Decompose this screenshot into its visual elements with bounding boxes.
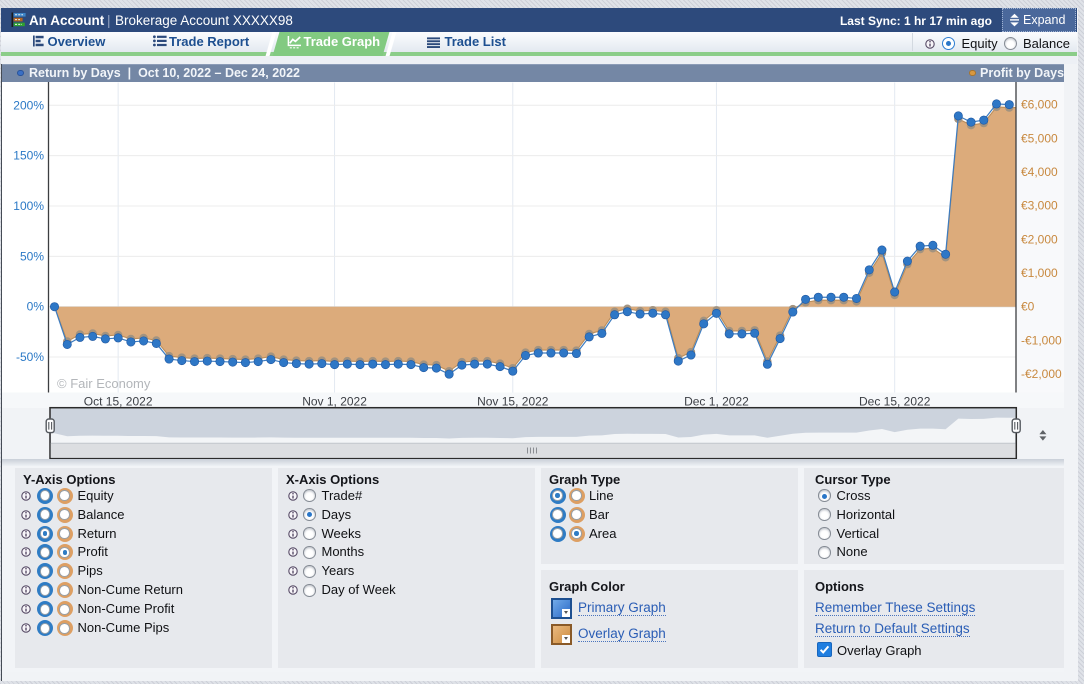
svg-text:50%: 50% — [20, 249, 44, 263]
svg-text:Oct 15, 2022: Oct 15, 2022 — [84, 395, 153, 409]
svg-text:150%: 150% — [13, 149, 44, 163]
svg-text:Nov 1, 2022: Nov 1, 2022 — [302, 395, 367, 409]
svg-text:€3,000: €3,000 — [1021, 199, 1058, 213]
svg-text:€4,000: €4,000 — [1021, 165, 1058, 179]
svg-text:€1,000: €1,000 — [1021, 266, 1058, 280]
svg-text:€5,000: €5,000 — [1021, 131, 1058, 145]
svg-text:€6,000: €6,000 — [1021, 98, 1058, 112]
svg-text:-50%: -50% — [16, 350, 44, 364]
svg-text:100%: 100% — [13, 199, 44, 213]
svg-text:€2,000: €2,000 — [1021, 232, 1058, 246]
svg-text:200%: 200% — [13, 98, 44, 112]
svg-text:€0: €0 — [1021, 300, 1035, 314]
svg-text:Dec 15, 2022: Dec 15, 2022 — [859, 395, 931, 409]
svg-text:© Fair Economy: © Fair Economy — [57, 376, 151, 391]
svg-text:-€2,000: -€2,000 — [1021, 367, 1062, 381]
svg-text:Nov 15, 2022: Nov 15, 2022 — [477, 395, 549, 409]
svg-text:0%: 0% — [27, 300, 45, 314]
svg-text:Dec 1, 2022: Dec 1, 2022 — [684, 395, 749, 409]
svg-text:-€1,000: -€1,000 — [1021, 333, 1062, 347]
